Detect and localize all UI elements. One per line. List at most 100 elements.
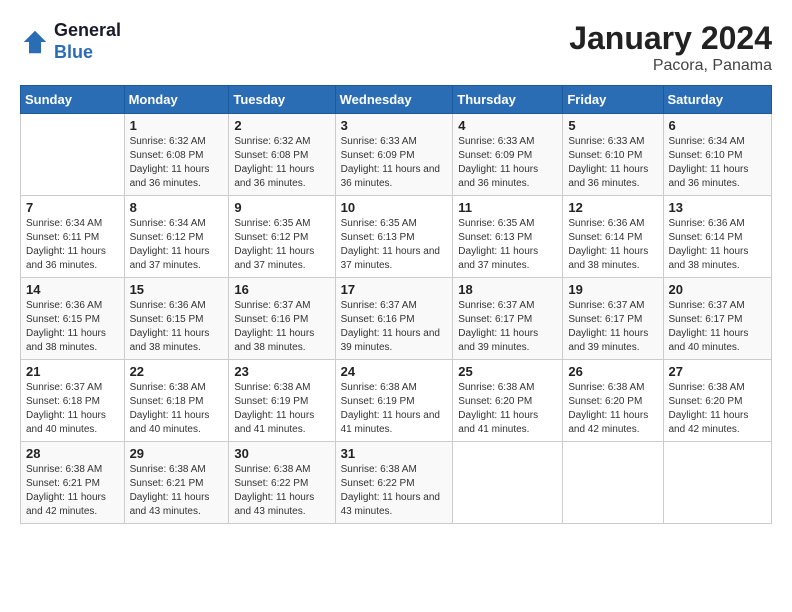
day-info: Sunrise: 6:36 AMSunset: 6:14 PMDaylight:… <box>568 217 657 273</box>
day-number: 24 <box>341 364 448 379</box>
day-cell: 30 Sunrise: 6:38 AMSunset: 6:22 PMDayligh… <box>229 442 335 524</box>
day-info: Sunrise: 6:38 AMSunset: 6:19 PMDaylight:… <box>234 381 329 437</box>
day-number: 1 <box>130 118 224 133</box>
day-number: 26 <box>568 364 657 379</box>
day-number: 22 <box>130 364 224 379</box>
day-info: Sunrise: 6:35 AMSunset: 6:12 PMDaylight:… <box>234 217 329 273</box>
day-cell <box>453 442 563 524</box>
logo-icon <box>20 27 50 57</box>
day-cell: 9 Sunrise: 6:35 AMSunset: 6:12 PMDaylight… <box>229 196 335 278</box>
day-info: Sunrise: 6:37 AMSunset: 6:17 PMDaylight:… <box>568 299 657 355</box>
day-number: 28 <box>26 446 119 461</box>
day-info: Sunrise: 6:38 AMSunset: 6:18 PMDaylight:… <box>130 381 224 437</box>
day-info: Sunrise: 6:35 AMSunset: 6:13 PMDaylight:… <box>458 217 557 273</box>
day-info: Sunrise: 6:34 AMSunset: 6:12 PMDaylight:… <box>130 217 224 273</box>
day-number: 9 <box>234 200 329 215</box>
day-cell: 19 Sunrise: 6:37 AMSunset: 6:17 PMDayligh… <box>563 278 663 360</box>
day-cell: 24Sunrise: 6:38 AMSunset: 6:19 PMDayligh… <box>335 360 453 442</box>
day-number: 21 <box>26 364 119 379</box>
day-info: Sunrise: 6:37 AMSunset: 6:16 PMDaylight:… <box>341 299 448 355</box>
day-cell: 5Sunrise: 6:33 AMSunset: 6:10 PMDaylight… <box>563 114 663 196</box>
day-info: Sunrise: 6:38 AMSunset: 6:21 PMDaylight:… <box>26 463 119 519</box>
day-info: Sunrise: 6:35 AMSunset: 6:13 PMDaylight:… <box>341 217 448 273</box>
day-number: 12 <box>568 200 657 215</box>
day-cell: 27Sunrise: 6:38 AMSunset: 6:20 PMDayligh… <box>663 360 772 442</box>
day-cell: 8 Sunrise: 6:34 AMSunset: 6:12 PMDaylight… <box>124 196 229 278</box>
header-cell-sunday: Sunday <box>21 86 125 114</box>
day-info: Sunrise: 6:37 AMSunset: 6:18 PMDaylight:… <box>26 381 119 437</box>
day-number: 30 <box>234 446 329 461</box>
day-number: 19 <box>568 282 657 297</box>
day-number: 8 <box>130 200 224 215</box>
day-cell <box>21 114 125 196</box>
day-cell <box>563 442 663 524</box>
day-cell: 18 Sunrise: 6:37 AMSunset: 6:17 PMDayligh… <box>453 278 563 360</box>
week-row-3: 14Sunrise: 6:36 AMSunset: 6:15 PMDayligh… <box>21 278 772 360</box>
day-info: Sunrise: 6:38 AMSunset: 6:20 PMDaylight:… <box>458 381 557 437</box>
day-cell: 16Sunrise: 6:37 AMSunset: 6:16 PMDayligh… <box>229 278 335 360</box>
week-row-2: 7 Sunrise: 6:34 AMSunset: 6:11 PMDaylight… <box>21 196 772 278</box>
day-info: Sunrise: 6:38 AMSunset: 6:22 PMDaylight:… <box>234 463 329 519</box>
day-info: Sunrise: 6:32 AMSunset: 6:08 PMDaylight:… <box>130 135 224 191</box>
week-row-4: 21 Sunrise: 6:37 AMSunset: 6:18 PMDayligh… <box>21 360 772 442</box>
day-info: Sunrise: 6:38 AMSunset: 6:20 PMDaylight:… <box>568 381 657 437</box>
calendar-table: SundayMondayTuesdayWednesdayThursdayFrid… <box>20 85 772 524</box>
header-cell-tuesday: Tuesday <box>229 86 335 114</box>
day-cell: 25 Sunrise: 6:38 AMSunset: 6:20 PMDayligh… <box>453 360 563 442</box>
header-row: SundayMondayTuesdayWednesdayThursdayFrid… <box>21 86 772 114</box>
logo-text: General Blue <box>54 20 121 63</box>
day-cell: 31 Sunrise: 6:38 AMSunset: 6:22 PMDayligh… <box>335 442 453 524</box>
day-number: 5 <box>568 118 657 133</box>
header-cell-friday: Friday <box>563 86 663 114</box>
week-row-1: 1 Sunrise: 6:32 AMSunset: 6:08 PMDaylight… <box>21 114 772 196</box>
day-cell: 17 Sunrise: 6:37 AMSunset: 6:16 PMDayligh… <box>335 278 453 360</box>
day-info: Sunrise: 6:36 AMSunset: 6:14 PMDaylight:… <box>669 217 767 273</box>
header-cell-wednesday: Wednesday <box>335 86 453 114</box>
day-info: Sunrise: 6:34 AMSunset: 6:11 PMDaylight:… <box>26 217 119 273</box>
day-number: 27 <box>669 364 767 379</box>
day-number: 2 <box>234 118 329 133</box>
day-cell: 2 Sunrise: 6:32 AMSunset: 6:08 PMDaylight… <box>229 114 335 196</box>
day-number: 11 <box>458 200 557 215</box>
header-cell-monday: Monday <box>124 86 229 114</box>
day-number: 18 <box>458 282 557 297</box>
day-cell: 3Sunrise: 6:33 AMSunset: 6:09 PMDaylight… <box>335 114 453 196</box>
day-number: 20 <box>669 282 767 297</box>
day-number: 6 <box>669 118 767 133</box>
day-cell: 1 Sunrise: 6:32 AMSunset: 6:08 PMDaylight… <box>124 114 229 196</box>
day-cell: 4Sunrise: 6:33 AMSunset: 6:09 PMDaylight… <box>453 114 563 196</box>
title-block: January 2024 Pacora, Panama <box>569 20 772 75</box>
day-number: 17 <box>341 282 448 297</box>
day-number: 16 <box>234 282 329 297</box>
day-cell: 29Sunrise: 6:38 AMSunset: 6:21 PMDayligh… <box>124 442 229 524</box>
day-cell: 26 Sunrise: 6:38 AMSunset: 6:20 PMDayligh… <box>563 360 663 442</box>
day-cell: 12 Sunrise: 6:36 AMSunset: 6:14 PMDayligh… <box>563 196 663 278</box>
calendar-body: 1 Sunrise: 6:32 AMSunset: 6:08 PMDaylight… <box>21 114 772 524</box>
day-cell: 10Sunrise: 6:35 AMSunset: 6:13 PMDayligh… <box>335 196 453 278</box>
day-number: 29 <box>130 446 224 461</box>
page-header: General Blue January 2024 Pacora, Panama <box>20 20 772 75</box>
header-cell-thursday: Thursday <box>453 86 563 114</box>
day-number: 14 <box>26 282 119 297</box>
day-number: 3 <box>341 118 448 133</box>
day-number: 31 <box>341 446 448 461</box>
day-cell: 7 Sunrise: 6:34 AMSunset: 6:11 PMDaylight… <box>21 196 125 278</box>
day-cell: 14Sunrise: 6:36 AMSunset: 6:15 PMDayligh… <box>21 278 125 360</box>
day-info: Sunrise: 6:37 AMSunset: 6:17 PMDaylight:… <box>458 299 557 355</box>
day-number: 15 <box>130 282 224 297</box>
location-subtitle: Pacora, Panama <box>569 57 772 75</box>
day-cell <box>663 442 772 524</box>
header-cell-saturday: Saturday <box>663 86 772 114</box>
week-row-5: 28 Sunrise: 6:38 AMSunset: 6:21 PMDayligh… <box>21 442 772 524</box>
day-number: 7 <box>26 200 119 215</box>
day-cell: 11 Sunrise: 6:35 AMSunset: 6:13 PMDayligh… <box>453 196 563 278</box>
day-number: 13 <box>669 200 767 215</box>
day-info: Sunrise: 6:38 AMSunset: 6:22 PMDaylight:… <box>341 463 448 519</box>
day-info: Sunrise: 6:32 AMSunset: 6:08 PMDaylight:… <box>234 135 329 191</box>
logo-line1: General <box>54 20 121 42</box>
calendar-header: SundayMondayTuesdayWednesdayThursdayFrid… <box>21 86 772 114</box>
day-cell: 22 Sunrise: 6:38 AMSunset: 6:18 PMDayligh… <box>124 360 229 442</box>
day-number: 25 <box>458 364 557 379</box>
day-cell: 21 Sunrise: 6:37 AMSunset: 6:18 PMDayligh… <box>21 360 125 442</box>
logo: General Blue <box>20 20 121 63</box>
